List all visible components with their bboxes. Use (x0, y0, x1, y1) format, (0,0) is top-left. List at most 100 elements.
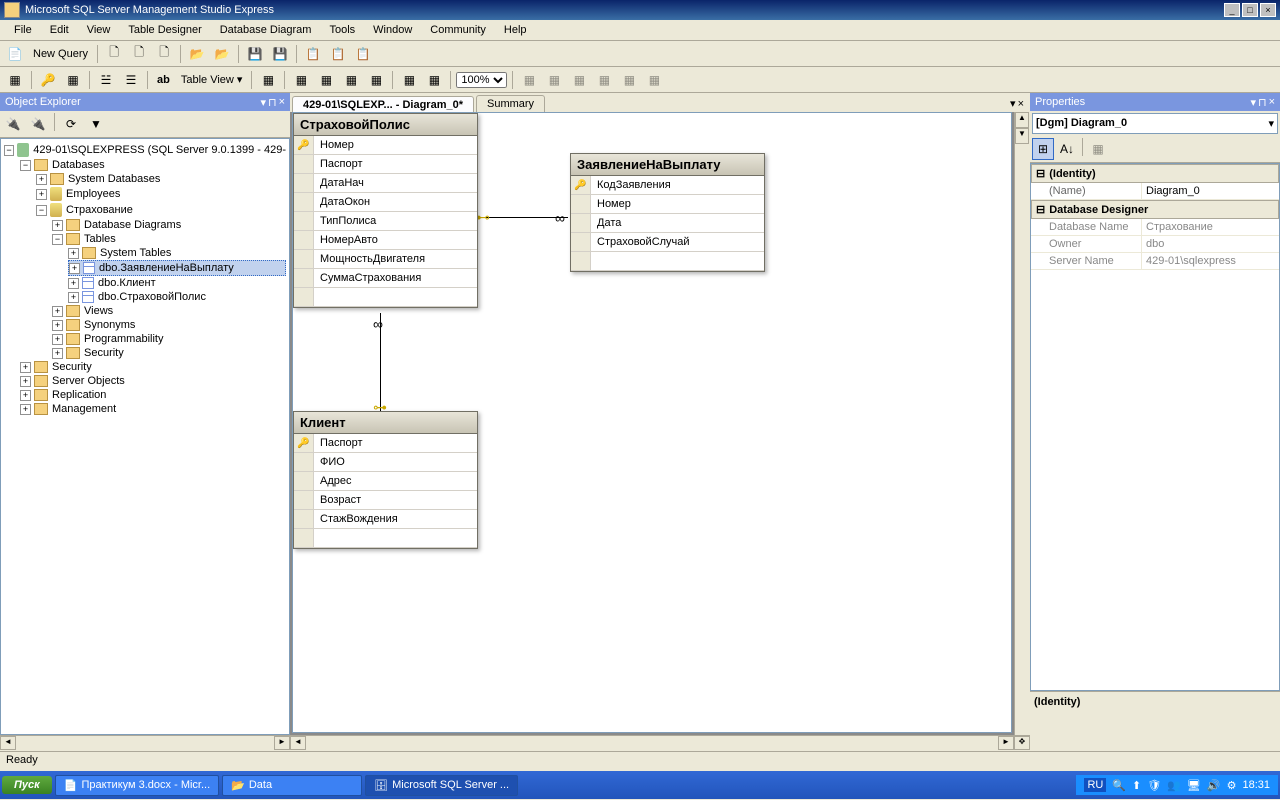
tree-dbdiagrams[interactable]: +Database Diagrams (52, 218, 286, 232)
table-column[interactable]: НомерАвто (294, 231, 477, 250)
expander-icon[interactable]: + (68, 292, 79, 303)
expander-icon[interactable]: + (36, 174, 47, 185)
tray-icon[interactable]: ⬆ (1132, 779, 1141, 792)
tb2-17[interactable]: ▦ (618, 69, 640, 91)
tree-sysdb[interactable]: +System Databases (36, 172, 286, 186)
diagram-table-3[interactable]: Клиент 🔑ПаспортФИОАдресВозрастСтажВожден… (293, 411, 478, 549)
expander-icon[interactable]: + (52, 220, 63, 231)
tree-table-2[interactable]: +dbo.Клиент (68, 276, 286, 290)
prop-row-server[interactable]: Server Name429-01\sqlexpress (1031, 253, 1279, 270)
prop-alpha-icon[interactable]: A↓ (1056, 138, 1078, 160)
menu-database-diagram[interactable]: Database Diagram (212, 22, 320, 38)
tree-management[interactable]: +Management (20, 402, 286, 416)
prop-category-identity[interactable]: ⊟(Identity) (1031, 164, 1279, 183)
expander-icon[interactable]: + (20, 376, 31, 387)
tb2-9[interactable]: ▦ (340, 69, 362, 91)
prop-close-icon[interactable]: × (1269, 96, 1275, 109)
taskbar-item-2[interactable]: 📂 Data (222, 775, 362, 796)
canvas-vscroll[interactable]: ▲▼ (1014, 112, 1030, 735)
zoom-select[interactable]: 100% (456, 72, 507, 88)
tree-security[interactable]: +Security (20, 360, 286, 374)
tree-views[interactable]: +Views (52, 304, 286, 318)
table-column[interactable]: Дата (571, 214, 764, 233)
oe-dropdown-icon[interactable]: ▾ (260, 96, 266, 109)
tab-diagram[interactable]: 429-01\SQLEXP... - Diagram_0* (292, 96, 474, 113)
tb2-3[interactable]: ▦ (62, 69, 84, 91)
expander-icon[interactable]: + (68, 278, 79, 289)
oe-close-icon[interactable]: × (279, 96, 285, 109)
tree-programmability[interactable]: +Programmability (52, 332, 286, 346)
menu-view[interactable]: View (79, 22, 119, 38)
tree-replication[interactable]: +Replication (20, 388, 286, 402)
prop-dropdown-icon[interactable]: ▾ (1250, 96, 1256, 109)
table-column[interactable]: Возраст (294, 491, 477, 510)
tree-databases[interactable]: −Databases (20, 158, 286, 172)
save-icon[interactable]: 💾 (244, 43, 266, 65)
tb2-8[interactable]: ▦ (315, 69, 337, 91)
tree-security-db[interactable]: +Security (52, 346, 286, 360)
menu-window[interactable]: Window (365, 22, 420, 38)
tree-table-3[interactable]: +dbo.СтраховойПолис (68, 290, 286, 304)
minimize-button[interactable]: _ (1224, 3, 1240, 17)
tb2-14[interactable]: ▦ (543, 69, 565, 91)
prop-category-dbdesigner[interactable]: ⊟Database Designer (1031, 200, 1279, 219)
menu-table-designer[interactable]: Table Designer (120, 22, 209, 38)
expander-icon[interactable]: + (52, 348, 63, 359)
start-button[interactable]: Пуск (2, 776, 52, 794)
taskbar-item-1[interactable]: 📄 Практикум 3.docx - Micr... (55, 775, 219, 796)
tb2-4[interactable]: ☱ (95, 69, 117, 91)
menu-file[interactable]: File (6, 22, 40, 38)
tb2-7[interactable]: ▦ (290, 69, 312, 91)
tb2-13[interactable]: ▦ (518, 69, 540, 91)
tb-btn-3[interactable]: 🗋 (153, 43, 175, 65)
prop-categorized-icon[interactable]: ⊞ (1032, 138, 1054, 160)
taskbar-item-3[interactable]: 🗄 Microsoft SQL Server ... (365, 775, 518, 796)
tb-btn-9[interactable]: 📋 (352, 43, 374, 65)
tray-icon[interactable]: ⚙ (1227, 779, 1237, 792)
oe-scrollbar[interactable]: ◄► (0, 735, 290, 751)
prop-row-owner[interactable]: Ownerdbo (1031, 236, 1279, 253)
table-column[interactable]: СтажВождения (294, 510, 477, 529)
system-tray[interactable]: RU 🔍 ⬆ 🛡 👥 🖥 🔊 ⚙ 18:31 (1076, 775, 1278, 795)
menu-community[interactable]: Community (422, 22, 494, 38)
new-query-icon[interactable]: 📄 (4, 43, 26, 65)
diagram-table-1[interactable]: СтраховойПолис 🔑НомерПаспортДатаНачДатаО… (293, 113, 478, 308)
expander-icon[interactable]: − (20, 160, 31, 171)
expander-icon[interactable]: + (36, 189, 47, 200)
table-column[interactable]: Паспорт (294, 155, 477, 174)
tray-icon[interactable]: 🔊 (1207, 779, 1221, 792)
table-column[interactable]: Адрес (294, 472, 477, 491)
oe-connect-icon[interactable]: 🔌 (2, 113, 24, 135)
tree-synonyms[interactable]: +Synonyms (52, 318, 286, 332)
table-column[interactable]: 🔑Паспорт (294, 434, 477, 453)
tb-btn-1[interactable]: 🗋 (103, 43, 125, 65)
expander-icon[interactable]: + (20, 362, 31, 373)
tree-systables[interactable]: +System Tables (68, 246, 286, 260)
table-column[interactable]: ФИО (294, 453, 477, 472)
tray-icon[interactable]: 🔍 (1112, 779, 1126, 792)
table-column[interactable]: ДатаОкон (294, 193, 477, 212)
expander-icon[interactable]: − (52, 234, 63, 245)
menu-edit[interactable]: Edit (42, 22, 77, 38)
tree-server[interactable]: −429-01\SQLEXPRESS (SQL Server 9.0.1399 … (4, 142, 286, 158)
tree-serverobj[interactable]: +Server Objects (20, 374, 286, 388)
tab-dropdown-icon[interactable]: ▾ (1010, 97, 1016, 110)
maximize-button[interactable]: □ (1242, 3, 1258, 17)
table-column[interactable]: ДатаНач (294, 174, 477, 193)
properties-object-select[interactable]: [Dgm] Diagram_0▾ (1032, 113, 1278, 134)
tb-btn-2[interactable]: 🗋 (128, 43, 150, 65)
tb2-ab[interactable]: ab (153, 72, 174, 88)
tab-summary[interactable]: Summary (476, 95, 545, 112)
table-column[interactable]: СтраховойСлучай (571, 233, 764, 252)
saveall-icon[interactable]: 💾 (269, 43, 291, 65)
table-view-dropdown[interactable]: Table View ▾ (177, 71, 247, 88)
expander-icon[interactable]: + (20, 390, 31, 401)
tb2-18[interactable]: ▦ (643, 69, 665, 91)
expander-icon[interactable]: + (68, 248, 79, 259)
tb2-12[interactable]: ▦ (423, 69, 445, 91)
tree-employees[interactable]: +Employees (36, 186, 286, 202)
lang-indicator[interactable]: RU (1084, 778, 1106, 792)
tree-tables[interactable]: −Tables (52, 232, 286, 246)
table-column[interactable]: 🔑КодЗаявления (571, 176, 764, 195)
tb2-10[interactable]: ▦ (365, 69, 387, 91)
